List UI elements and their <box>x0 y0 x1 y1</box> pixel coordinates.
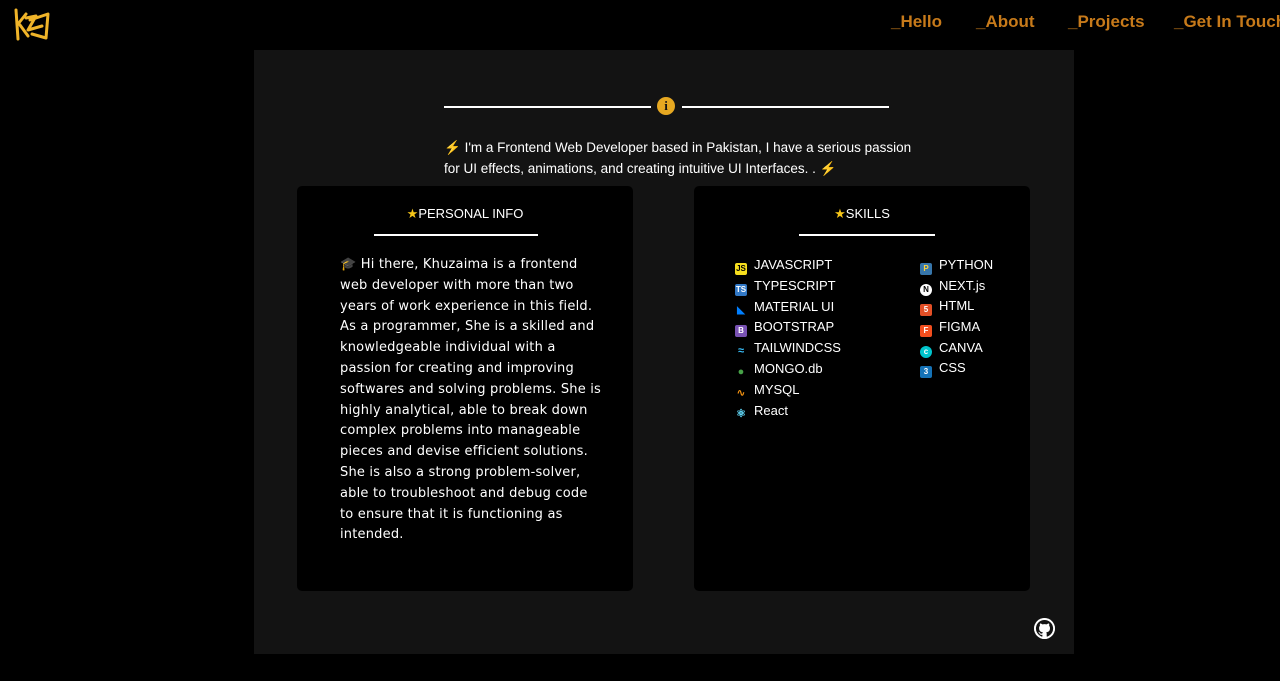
skill-canva: c CANVA <box>920 340 983 358</box>
graduation-cap-icon: 🎓 <box>340 257 357 272</box>
skill-css: 3 CSS <box>920 360 966 378</box>
info-icon: i <box>657 97 675 115</box>
about-panel: i ⚡ I'm a Frontend Web Developer based i… <box>254 50 1074 654</box>
bio-text-block: 🎓 Hi there, Khuzaima is a frontend web d… <box>340 255 602 546</box>
skill-typescript: TS TYPESCRIPT <box>735 278 836 296</box>
mysql-icon: ∿ <box>736 388 746 399</box>
github-icon[interactable] <box>1034 618 1055 639</box>
skill-nextjs: N NEXT.js <box>920 278 985 296</box>
skill-tailwindcss: ≈ TAILWINDCSS <box>735 340 841 357</box>
html-icon: 5 <box>920 304 932 316</box>
canva-icon: c <box>920 346 932 358</box>
skill-javascript: JS JAVASCRIPT <box>735 257 833 275</box>
nav-about[interactable]: _About <box>976 12 1035 32</box>
skill-material-ui: ◣ MATERIAL UI <box>735 299 834 317</box>
nav-hello[interactable]: _Hello <box>891 12 942 32</box>
skills-card: ★SKILLS JS JAVASCRIPT TS TYPESCRIPT ◣ MATER… <box>694 186 1030 591</box>
skill-mongodb: ● MONGO.db <box>735 361 823 378</box>
bio-text: Hi there, Khuzaima is a frontend web dev… <box>340 257 602 543</box>
top-nav: _Hello _About _Projects _Get In Touch <box>0 12 1280 36</box>
lightning-icon: ⚡ <box>444 140 461 155</box>
material-ui-icon: ◣ <box>737 305 745 316</box>
personal-info-underline <box>374 234 538 236</box>
skill-python: P PYTHON <box>920 257 993 275</box>
divider-right <box>682 106 889 108</box>
python-icon: P <box>920 263 932 275</box>
skill-bootstrap: B BOOTSTRAP <box>735 319 834 337</box>
skill-figma: F FIGMA <box>920 319 980 337</box>
javascript-icon: JS <box>735 263 747 275</box>
intro-text-block: ⚡ I'm a Frontend Web Developer based in … <box>444 137 924 179</box>
personal-info-title: ★PERSONAL INFO <box>406 206 524 221</box>
figma-icon: F <box>920 325 932 337</box>
star-icon: ★ <box>834 206 846 221</box>
css-icon: 3 <box>920 366 932 378</box>
bootstrap-icon: B <box>735 325 747 337</box>
skill-react: ⚛ React <box>736 403 788 420</box>
nav-get-in-touch[interactable]: _Get In Touch <box>1174 12 1280 32</box>
skills-underline <box>799 234 935 236</box>
nav-projects[interactable]: _Projects <box>1068 12 1145 32</box>
tailwindcss-icon: ≈ <box>737 345 745 357</box>
skill-html: 5 HTML <box>920 298 974 316</box>
react-icon: ⚛ <box>736 408 746 420</box>
star-icon: ★ <box>406 206 419 221</box>
mongodb-icon: ● <box>737 366 745 378</box>
typescript-icon: TS <box>735 284 747 296</box>
lightning-icon: ⚡ <box>819 161 837 176</box>
skill-mysql: ∿ MYSQL <box>736 382 800 399</box>
divider-left <box>444 106 651 108</box>
skills-title: ★SKILLS <box>834 206 890 221</box>
nextjs-icon: N <box>920 284 932 296</box>
personal-info-card: ★PERSONAL INFO 🎓 Hi there, Khuzaima is a… <box>297 186 633 591</box>
intro-text: I'm a Frontend Web Developer based in Pa… <box>444 140 912 176</box>
